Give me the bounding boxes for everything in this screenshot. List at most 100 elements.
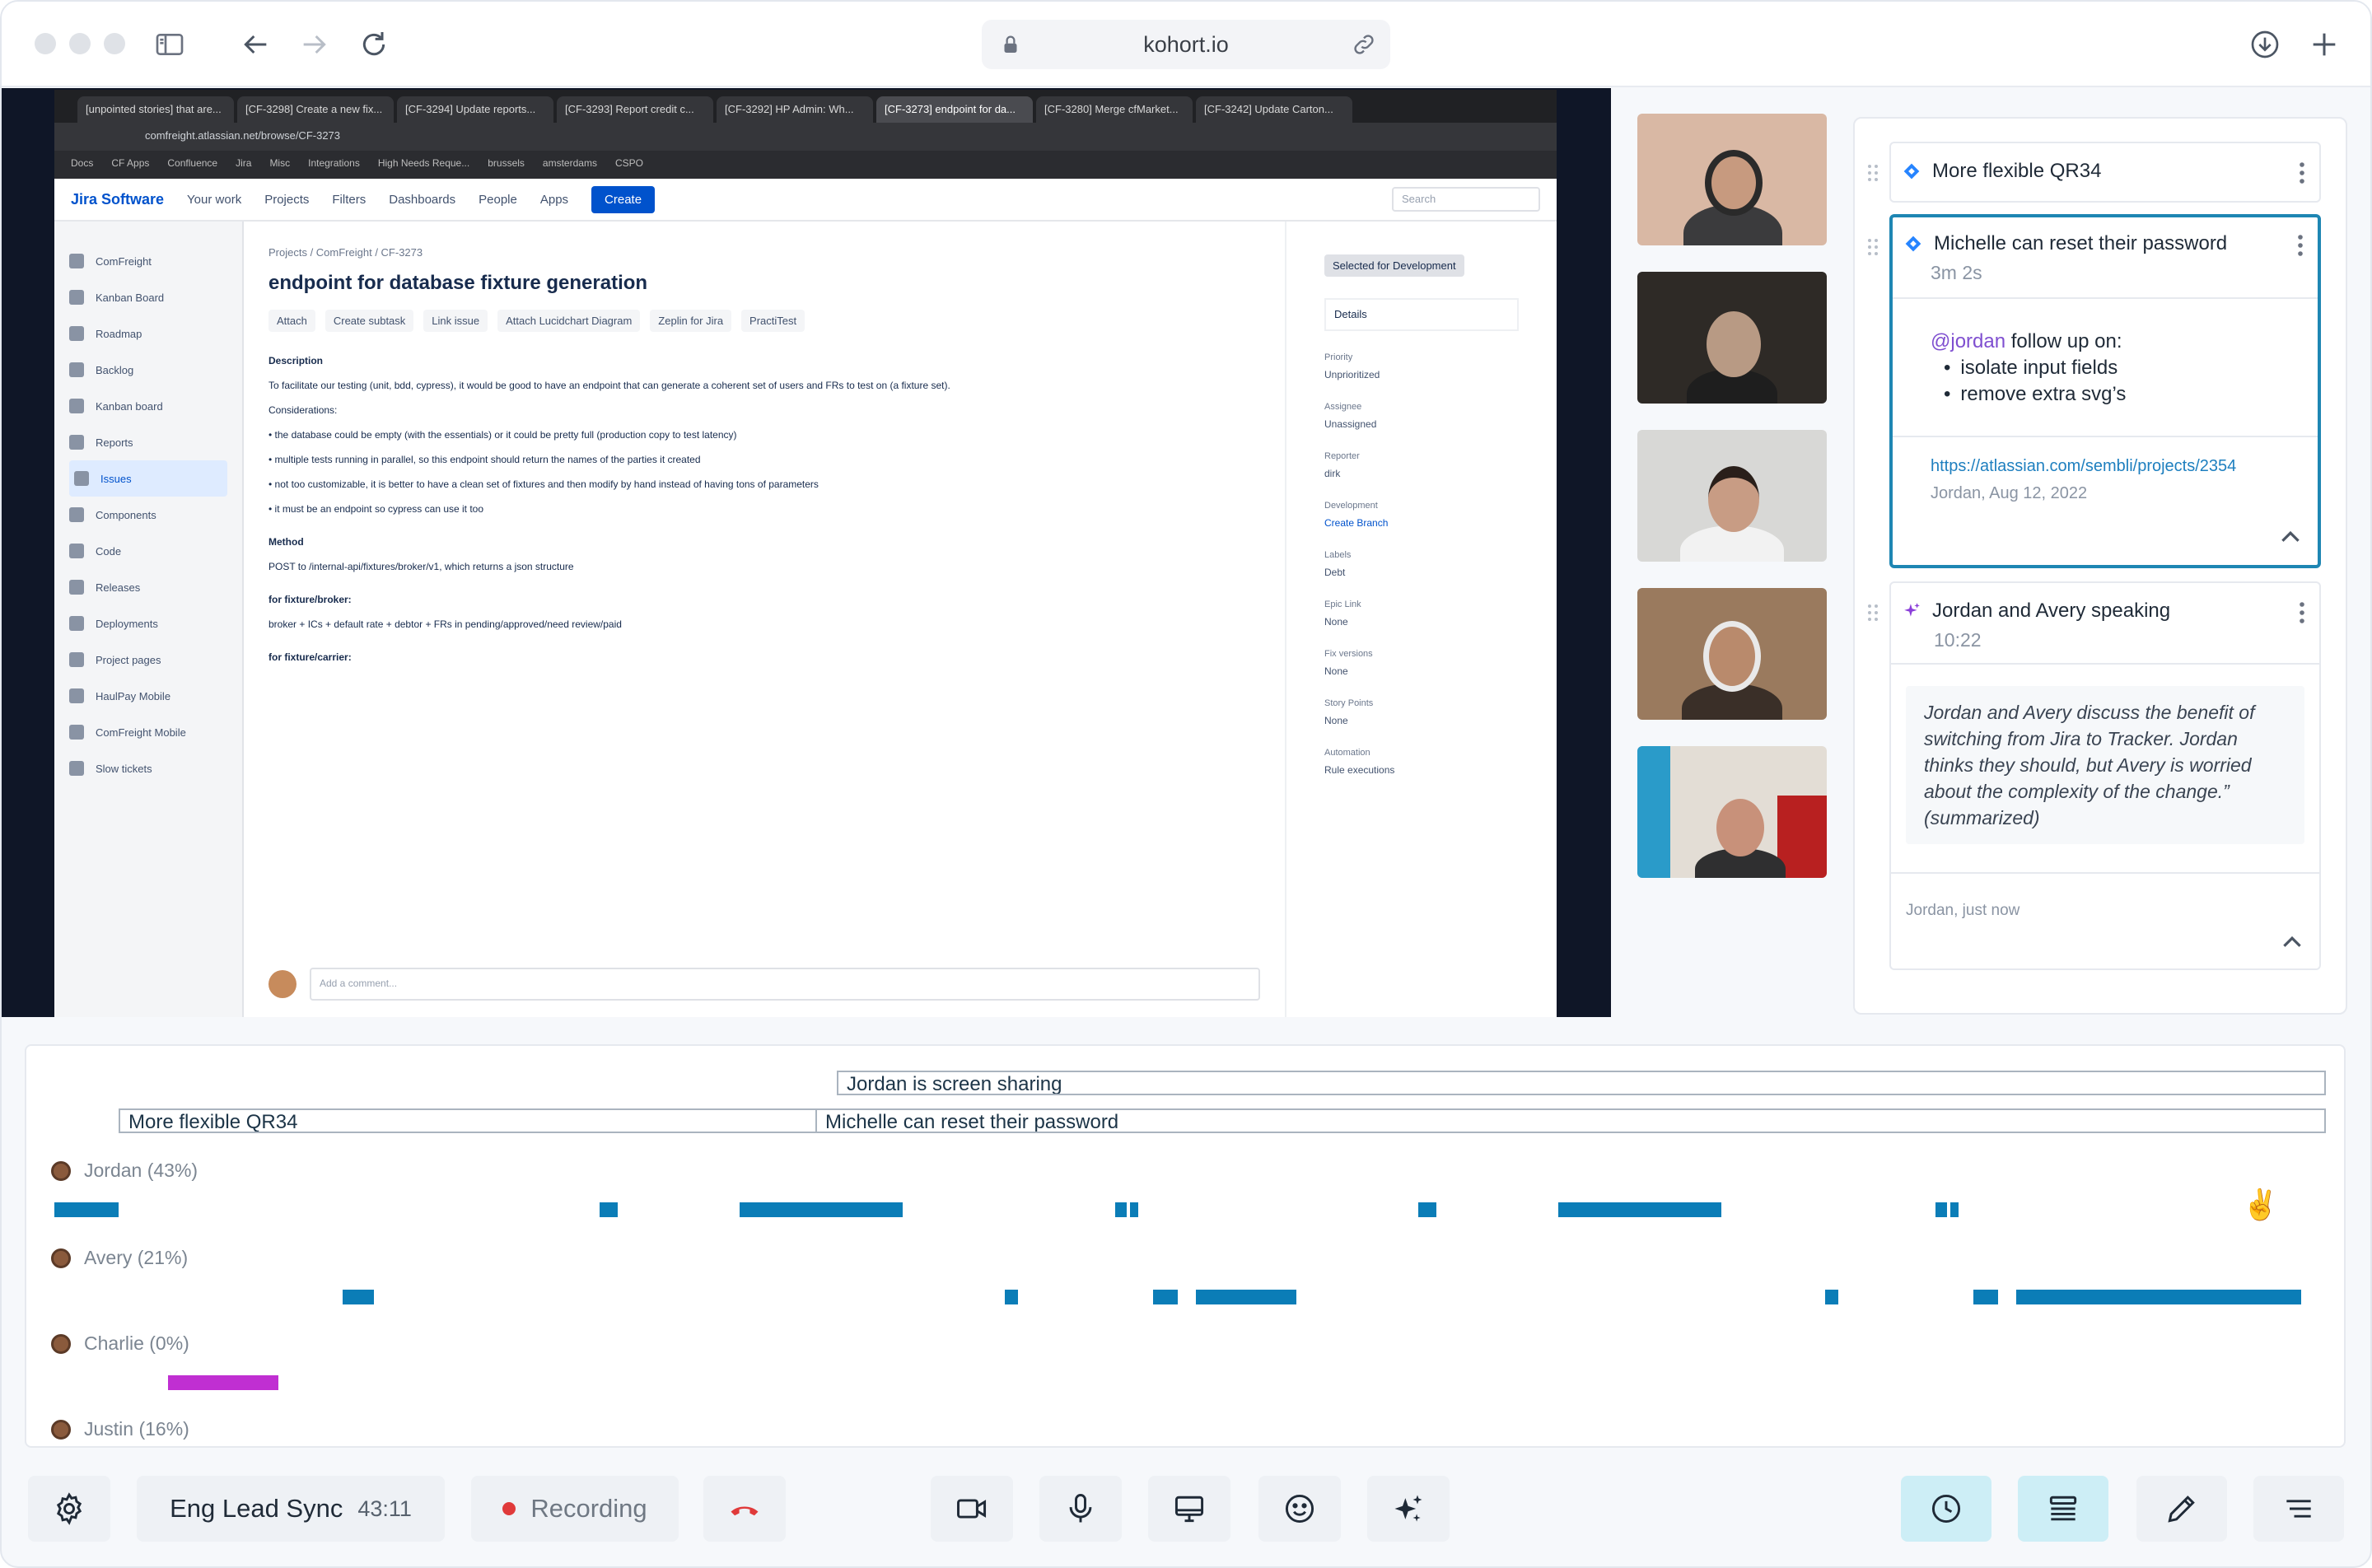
microphone-button[interactable] <box>1039 1476 1122 1542</box>
address-bar[interactable]: kohort.io <box>982 20 1390 69</box>
agenda-button[interactable] <box>2018 1476 2108 1542</box>
timeline-topic-segment[interactable]: More flexible QR34 <box>119 1108 833 1133</box>
jira-sidebar-item: Kanban board <box>69 388 227 424</box>
shared-screen[interactable]: [unpointed stories] that are... [CF-3298… <box>54 90 1557 1017</box>
jira-action: PractiTest <box>741 310 805 332</box>
sidebar-toggle-icon[interactable] <box>150 25 189 64</box>
speaking-bar[interactable] <box>168 1375 278 1390</box>
speaking-bar[interactable] <box>1558 1202 1721 1217</box>
speaking-bar[interactable] <box>1005 1290 1018 1304</box>
user-mention[interactable]: @jordan <box>1931 330 2005 352</box>
timeline-participant: Jordan (43%) <box>51 1160 198 1182</box>
speaking-bar[interactable] <box>1935 1202 1947 1217</box>
chevron-up-icon[interactable] <box>2281 936 2303 949</box>
meeting-timeline[interactable]: Jordan is screen sharing More flexible Q… <box>25 1044 2346 1448</box>
speaking-bar[interactable] <box>1418 1202 1436 1217</box>
settings-button[interactable] <box>28 1476 110 1542</box>
note-title: Jordan and Avery speaking <box>1932 600 2171 622</box>
jira-issue: Projects / ComFreight / CF-3273 endpoint… <box>244 222 1285 1017</box>
more-options-icon[interactable] <box>2298 601 2306 624</box>
new-tab-plus-icon[interactable] <box>2304 25 2344 64</box>
close-window-button[interactable] <box>35 33 56 54</box>
speaking-bar[interactable] <box>1196 1290 1296 1304</box>
back-arrow-icon[interactable] <box>236 25 275 64</box>
jira-field: Reporter dirk <box>1324 451 1360 479</box>
note-card-active[interactable]: Michelle can reset their password 3m 2s … <box>1868 214 2321 568</box>
jira-sidebar-item: Roadmap <box>69 315 227 352</box>
jira-sidebar-item: Components <box>69 497 227 533</box>
note-time: 10:22 <box>1934 629 1982 651</box>
jira-sidebar-item: ComFreight Mobile <box>69 714 227 750</box>
participant-video-tile[interactable] <box>1637 430 1827 562</box>
forward-arrow-icon[interactable] <box>295 25 334 64</box>
speaking-bar[interactable] <box>1153 1290 1178 1304</box>
speaking-bar[interactable] <box>54 1202 119 1217</box>
speaking-bar[interactable] <box>1950 1202 1959 1217</box>
reactions-button[interactable] <box>1258 1476 1341 1542</box>
link-icon[interactable] <box>1351 31 1377 58</box>
screen-share-button[interactable] <box>1148 1476 1230 1542</box>
drag-handle-icon[interactable] <box>1866 237 1879 257</box>
project-link[interactable]: https://atlassian.com/sembli/projects/23… <box>1931 457 2318 476</box>
participant-video-tile[interactable] <box>1637 114 1827 245</box>
bookmark: CF Apps <box>111 157 150 169</box>
participant-video-tile[interactable] <box>1637 588 1827 720</box>
clock-icon <box>1931 1494 1961 1524</box>
jira-sidebar-item: Kanban Board <box>69 279 227 315</box>
hamburger-menu-icon <box>2286 1500 2311 1518</box>
jira-action: Link issue <box>423 310 488 332</box>
speaking-bar[interactable] <box>2016 1290 2301 1304</box>
chevron-up-icon[interactable] <box>2280 530 2301 544</box>
recording-button[interactable]: Recording <box>471 1476 679 1542</box>
minimize-window-button[interactable] <box>69 33 91 54</box>
menu-button[interactable] <box>2253 1476 2344 1542</box>
speaking-bar[interactable] <box>740 1202 903 1217</box>
download-icon[interactable] <box>2245 25 2285 64</box>
jira-description: Description To facilitate our testing (u… <box>268 355 950 663</box>
note-card[interactable]: Jordan and Avery speaking 10:22 Jordan a… <box>1868 581 2321 970</box>
jira-field: Assignee Unassigned <box>1324 402 1377 430</box>
drag-handle-icon[interactable] <box>1866 163 1879 183</box>
bookmark: amsterdams <box>542 157 597 169</box>
ai-assist-button[interactable] <box>1367 1476 1450 1542</box>
meeting-info[interactable]: Eng Lead Sync 43:11 <box>137 1476 445 1542</box>
camera-button[interactable] <box>931 1476 1013 1542</box>
note-meta: Jordan, Aug 12, 2022 <box>1931 484 2088 502</box>
participant-video-tile[interactable] <box>1637 272 1827 404</box>
history-button[interactable] <box>1901 1476 1991 1542</box>
speaking-bar[interactable] <box>1130 1202 1138 1217</box>
hang-up-icon <box>731 1506 759 1516</box>
drag-handle-icon[interactable] <box>1866 603 1879 623</box>
note-body[interactable]: @jordan follow up on: isolate input fiel… <box>1893 299 2318 408</box>
jira-status: Selected for Development <box>1324 254 1464 277</box>
shared-tab-active: [CF-3273] endpoint for da... <box>876 96 1033 123</box>
speaking-bar[interactable] <box>1825 1290 1838 1304</box>
timeline-screen-share-segment[interactable]: Jordan is screen sharing <box>837 1071 2326 1095</box>
reaction-emoji[interactable]: ✌️ <box>2242 1188 2279 1222</box>
shared-tab: [CF-3242] Update Carton... <box>1196 96 1352 123</box>
note-meta: Jordan, just now <box>1906 902 2020 919</box>
participant-video-tile[interactable] <box>1637 746 1827 878</box>
leave-call-button[interactable] <box>703 1476 786 1542</box>
jira-body: ComFreight Kanban Board Roadmap Backlog … <box>54 222 1557 1017</box>
timeline-topic-segment[interactable]: Michelle can reset their password <box>815 1108 2326 1133</box>
zoom-window-button[interactable] <box>104 33 125 54</box>
speaking-bar[interactable] <box>1115 1202 1127 1217</box>
note-card[interactable]: More flexible QR34 <box>1868 142 2321 203</box>
browser-toolbar: kohort.io <box>2 2 2370 87</box>
shared-tab: [CF-3280] Merge cfMarket... <box>1036 96 1193 123</box>
edit-button[interactable] <box>2136 1476 2227 1542</box>
reload-icon[interactable] <box>354 25 394 64</box>
speaking-bar[interactable] <box>343 1290 374 1304</box>
jira-nav: Jira Software Your work Projects Filters… <box>54 179 1557 222</box>
speaking-bar[interactable] <box>1973 1290 1998 1304</box>
jira-field: Automation Rule executions <box>1324 748 1395 776</box>
more-options-icon[interactable] <box>2298 161 2306 184</box>
monitor-icon <box>1174 1496 1204 1523</box>
timeline-participant: Avery (21%) <box>51 1247 188 1269</box>
more-options-icon[interactable] <box>2296 234 2304 257</box>
pencil-icon <box>2168 1496 2195 1523</box>
speaking-bar[interactable] <box>600 1202 618 1217</box>
jira-field: Story Points None <box>1324 698 1374 726</box>
shared-browser-tabs: [unpointed stories] that are... [CF-3298… <box>54 90 1557 123</box>
